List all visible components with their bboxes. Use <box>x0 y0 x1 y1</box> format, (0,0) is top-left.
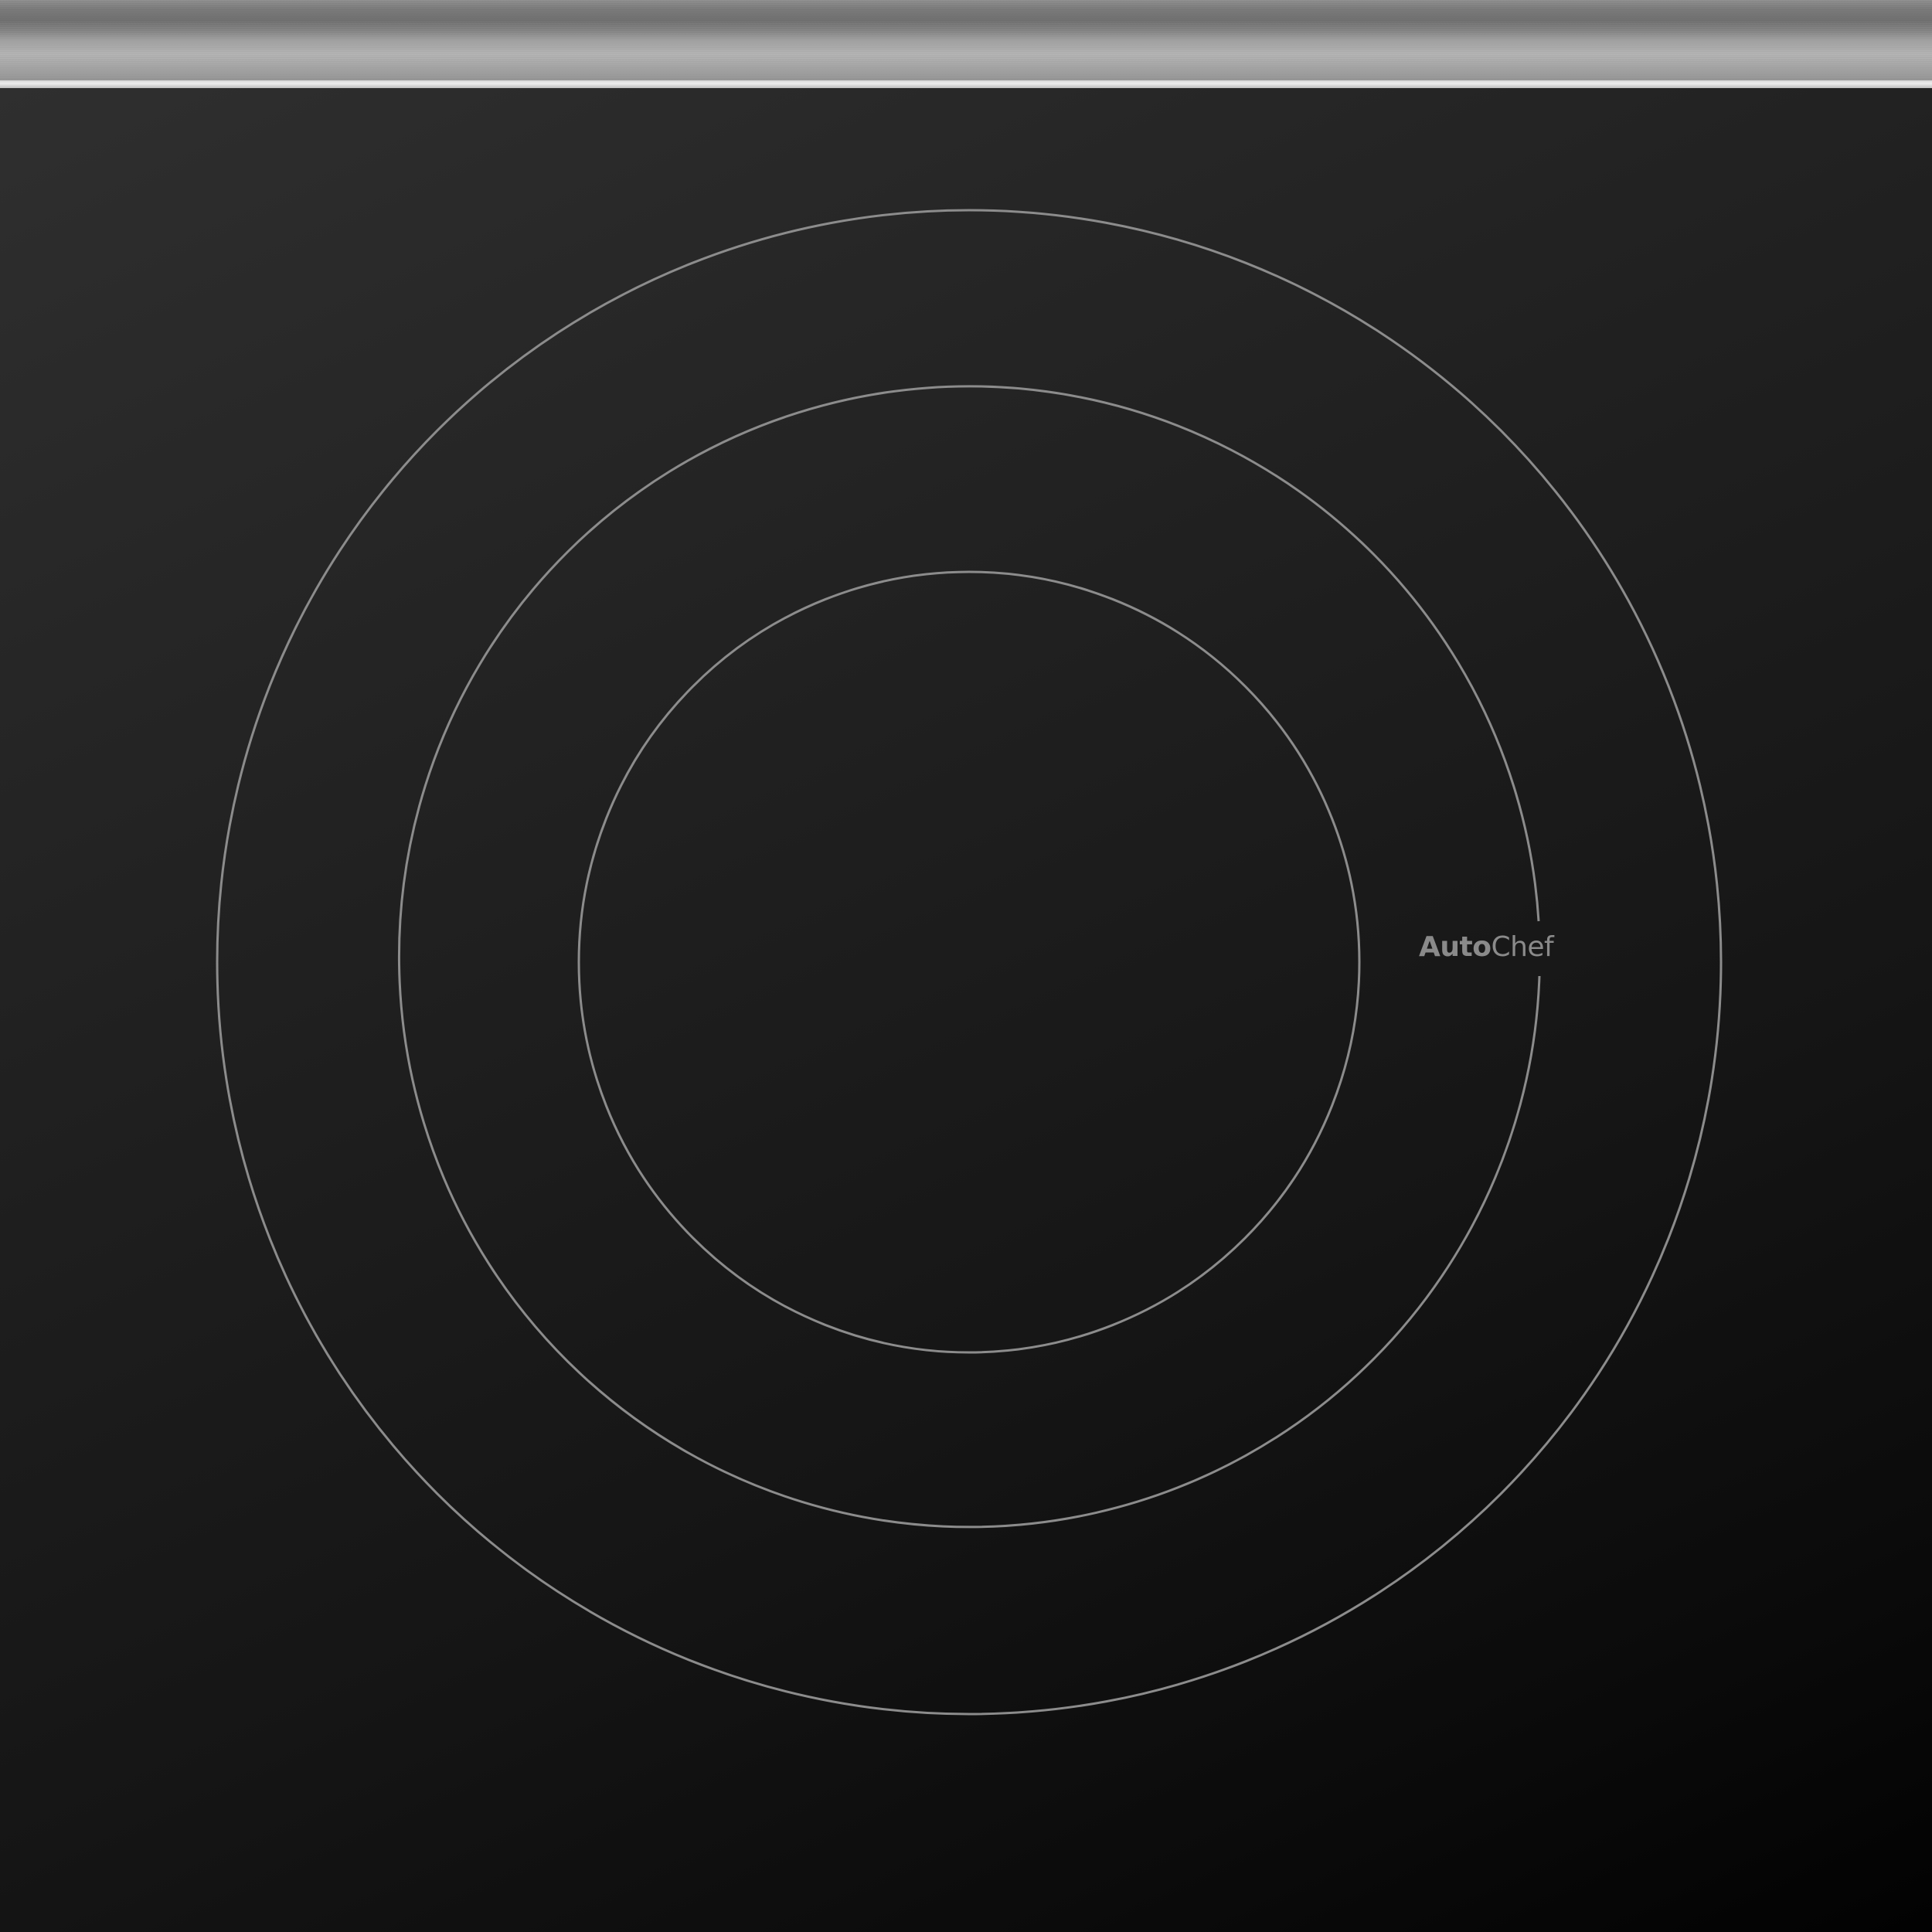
brand-name-light: Chef <box>1491 931 1554 963</box>
burner-ring-middle[interactable] <box>398 385 1541 1529</box>
burner-rings <box>216 209 1723 1716</box>
burner-ring-inner[interactable] <box>577 570 1361 1354</box>
brand-logo: AutoChef <box>1419 929 1554 966</box>
brand-name-bold: Auto <box>1419 931 1492 963</box>
cooktop-panel: AutoChef <box>0 0 1932 1932</box>
